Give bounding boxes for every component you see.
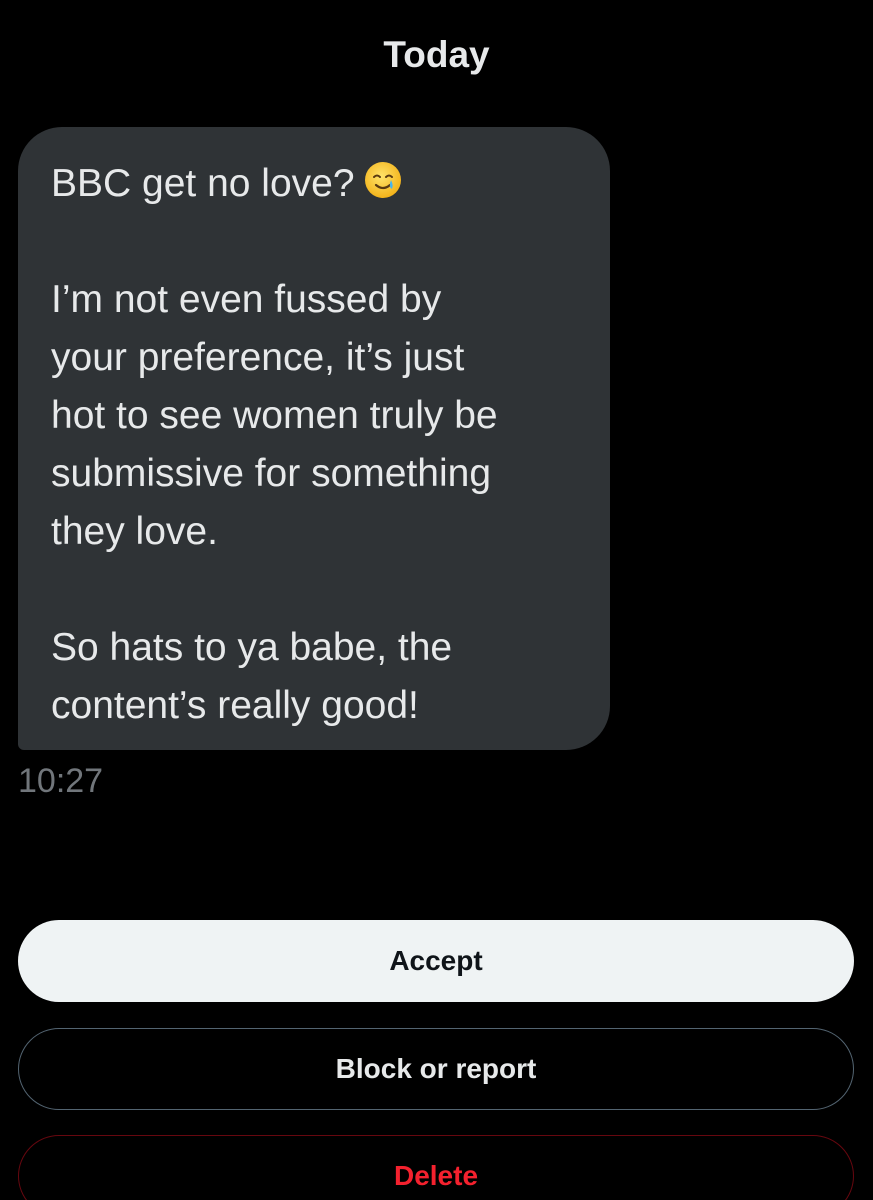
message-line-1: BBC get no love? xyxy=(51,155,580,213)
smiling-face-with-tear-icon xyxy=(363,159,403,199)
delete-button-label: Delete xyxy=(393,1160,479,1191)
message-paragraph-2: I’m not even fussed by your preference, … xyxy=(51,278,498,553)
date-header: Today xyxy=(383,34,490,75)
message-bubble: BBC get no love? I’m not even fussed by … xyxy=(18,127,610,750)
message-first-line: BBC get no love? xyxy=(51,162,355,205)
block-or-report-button[interactable]: Block or report xyxy=(18,1028,854,1110)
accept-button[interactable]: Accept xyxy=(18,920,854,1002)
block-or-report-button-label: Block or report xyxy=(335,1053,537,1084)
accept-button-label: Accept xyxy=(389,945,483,976)
message-paragraph-3: So hats to ya babe, the content’s really… xyxy=(51,626,453,727)
delete-button[interactable]: Delete xyxy=(18,1135,854,1200)
message-timestamp: 10:27 xyxy=(18,762,104,800)
